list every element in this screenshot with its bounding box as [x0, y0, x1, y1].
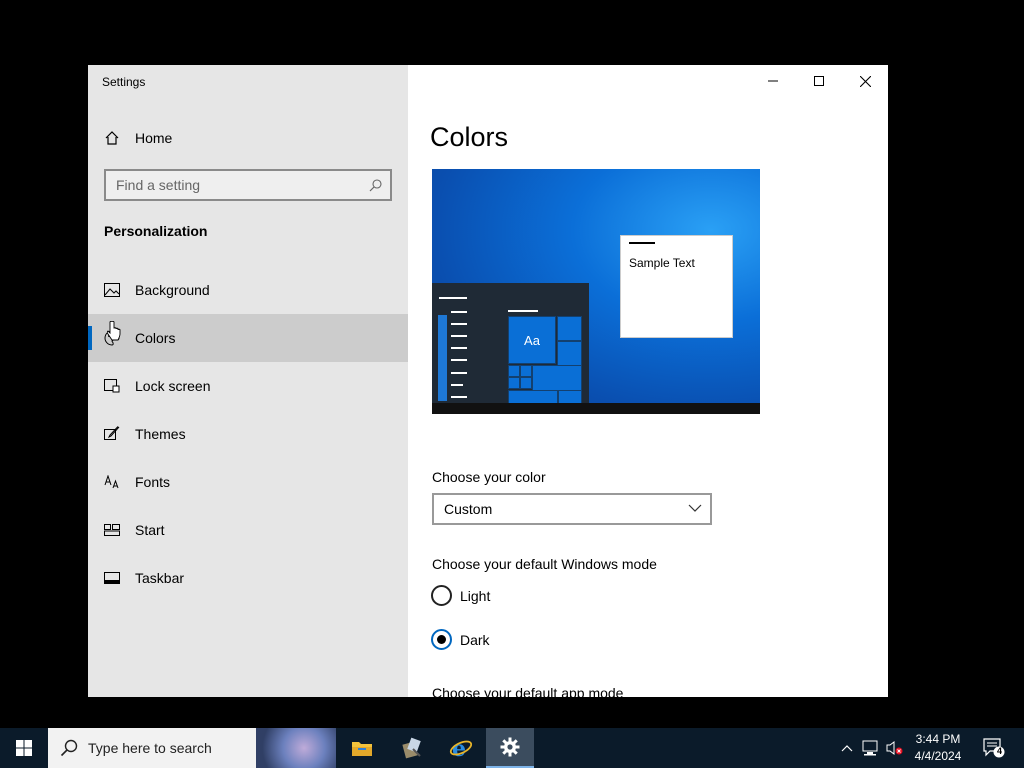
app-mode-label: Choose your default app mode	[432, 685, 624, 697]
radio-dark[interactable]: Dark	[431, 629, 490, 650]
sidebar-item-label: Lock screen	[135, 378, 211, 394]
network-icon	[862, 740, 878, 756]
taskbar-internet-explorer[interactable]: e	[437, 728, 485, 768]
sidebar-item-label: Start	[135, 522, 165, 538]
find-setting-input[interactable]	[116, 177, 369, 193]
internet-explorer-icon: e	[449, 736, 473, 760]
radio-light-label: Light	[460, 587, 491, 604]
file-explorer-icon	[352, 742, 372, 756]
main-content: Colors Sample Text Aa Choose your color …	[408, 65, 888, 697]
home-label: Home	[135, 130, 173, 146]
volume-muted-icon	[886, 741, 903, 755]
choose-color-dropdown[interactable]: Custom	[432, 493, 712, 525]
find-setting-search[interactable]	[104, 169, 392, 201]
radio-light-button[interactable]	[431, 585, 452, 606]
sidebar-item-colors[interactable]: Colors	[88, 314, 408, 362]
installer-icon	[402, 737, 421, 759]
preview-sample-window: Sample Text	[620, 235, 733, 338]
clock-time: 3:44 PM	[915, 732, 961, 746]
sidebar-item-label: Colors	[135, 330, 176, 346]
sidebar-nav: Background Colors Lock screen Themes Fon…	[88, 266, 408, 602]
sidebar-item-fonts[interactable]: Fonts	[88, 458, 408, 506]
start-tiles-icon	[104, 522, 120, 538]
sidebar-item-label: Themes	[135, 426, 186, 442]
clock-date: 4/4/2024	[914, 749, 962, 763]
choose-color-label: Choose your color	[432, 469, 546, 485]
notification-count: 4	[997, 746, 1003, 756]
choose-color-value: Custom	[444, 501, 493, 517]
sidebar-item-label: Taskbar	[135, 570, 185, 586]
windows-mode-label: Choose your default Windows mode	[432, 556, 657, 572]
windows-logo-icon	[16, 740, 32, 756]
search-icon[interactable]	[369, 178, 382, 192]
sidebar-item-label: Background	[135, 282, 210, 298]
taskbar-search-placeholder: Type here to search	[88, 740, 212, 756]
action-center-button[interactable]: 4	[978, 728, 1010, 768]
hand-cursor-icon	[107, 321, 121, 341]
chevron-up-icon	[841, 745, 853, 752]
svg-text:e: e	[452, 736, 466, 760]
settings-window: Settings Home Personalization Background…	[88, 65, 888, 697]
sidebar-item-start[interactable]: Start	[88, 506, 408, 554]
taskbar-icon	[104, 570, 120, 586]
lock-screen-icon	[104, 378, 120, 394]
taskbar: Type here to search e 3:44 PM 4/4/2024 4	[0, 728, 1024, 768]
taskbar-file-explorer[interactable]	[338, 728, 386, 768]
taskbar-search-box[interactable]: Type here to search	[48, 728, 336, 768]
minimize-button[interactable]	[750, 65, 796, 97]
maximize-button[interactable]	[796, 65, 842, 97]
home-icon	[105, 131, 119, 145]
picture-icon	[104, 282, 120, 298]
home-link[interactable]: Home	[104, 127, 172, 149]
preview-sample-text: Sample Text	[629, 256, 695, 270]
app-title: Settings	[102, 75, 146, 89]
show-hidden-icons-button[interactable]	[836, 728, 858, 768]
settings-gear-icon	[500, 737, 520, 757]
radio-light[interactable]: Light	[431, 585, 490, 606]
search-highlight-art	[256, 728, 336, 768]
system-clock[interactable]: 3:44 PM 4/4/2024	[906, 731, 970, 765]
sidebar-item-lock-screen[interactable]: Lock screen	[88, 362, 408, 410]
radio-dark-label: Dark	[460, 631, 490, 648]
radio-dark-button[interactable]	[431, 629, 452, 650]
sidebar: Settings Home Personalization Background…	[88, 65, 408, 697]
chevron-down-icon	[688, 504, 702, 512]
taskbar-installer[interactable]	[388, 728, 436, 768]
window-controls	[750, 65, 888, 97]
sidebar-item-taskbar[interactable]: Taskbar	[88, 554, 408, 602]
section-title: Personalization	[104, 223, 208, 239]
sidebar-item-themes[interactable]: Themes	[88, 410, 408, 458]
page-title: Colors	[430, 122, 509, 152]
font-icon	[104, 474, 120, 490]
start-button[interactable]	[0, 728, 48, 768]
sidebar-item-background[interactable]: Background	[88, 266, 408, 314]
close-button[interactable]	[842, 65, 888, 97]
minimize-icon	[768, 80, 778, 82]
color-preview: Sample Text Aa	[432, 169, 760, 414]
taskbar-settings[interactable]	[486, 728, 534, 768]
search-icon	[60, 739, 78, 757]
sidebar-item-label: Fonts	[135, 474, 171, 490]
notification-icon	[983, 738, 1005, 758]
close-icon	[859, 75, 871, 87]
volume-button[interactable]	[884, 728, 906, 768]
network-button[interactable]	[860, 728, 882, 768]
maximize-icon	[814, 76, 824, 86]
brush-icon	[104, 426, 120, 442]
preview-tile-aa: Aa	[508, 316, 556, 364]
preview-taskbar	[432, 403, 760, 414]
